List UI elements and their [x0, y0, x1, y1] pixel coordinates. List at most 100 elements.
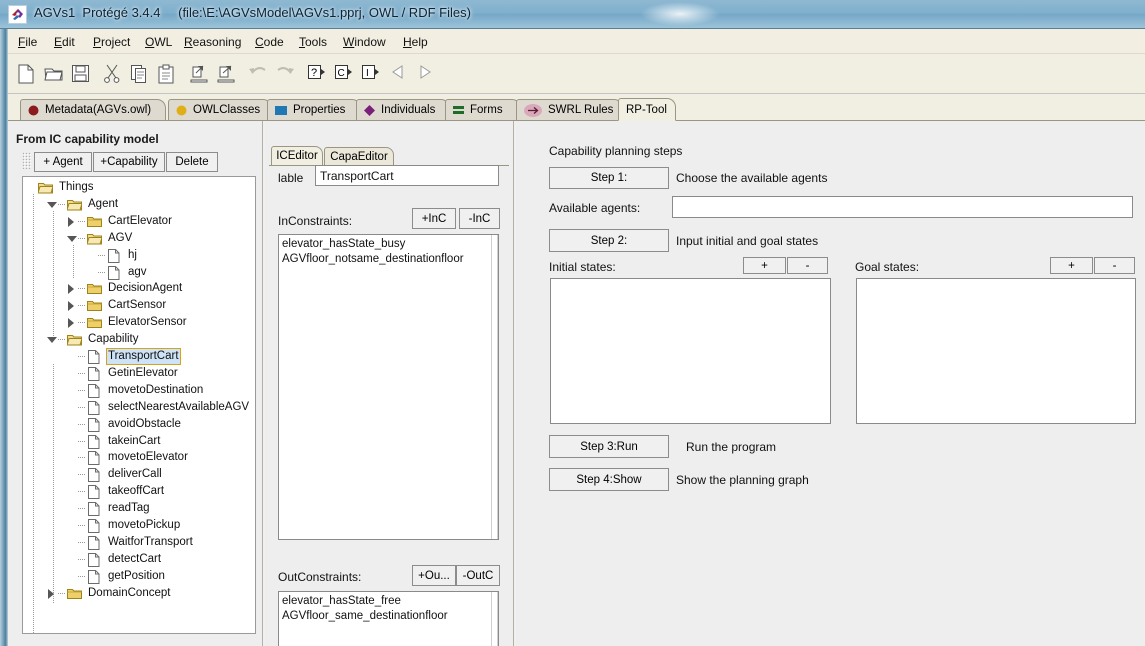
- tree-node-cartsensor[interactable]: CartSensor: [67, 297, 168, 314]
- tree-node-label[interactable]: movetoElevator: [106, 450, 190, 465]
- step3-run-button[interactable]: Step 3:Run: [549, 435, 669, 458]
- copy-icon[interactable]: [130, 64, 150, 84]
- tab-metadata[interactable]: Metadata(AGVs.owl): [20, 99, 166, 120]
- add-in-constraint-button[interactable]: +InC: [412, 208, 456, 229]
- list-item[interactable]: AGVfloor_same_destinationfloor: [282, 609, 498, 624]
- tree-node-domainconcept[interactable]: DomainConcept: [47, 585, 172, 602]
- initial-states-list[interactable]: [550, 278, 831, 424]
- add-capability-button[interactable]: +Capability: [93, 152, 165, 172]
- tree-node-decisionagent[interactable]: DecisionAgent: [67, 280, 184, 297]
- remove-out-constraint-button[interactable]: -OutC: [456, 565, 500, 586]
- collapse-triangle-icon[interactable]: [47, 335, 57, 344]
- step4-show-button[interactable]: Step 4:Show: [549, 468, 669, 491]
- expand-triangle-icon[interactable]: [67, 318, 76, 329]
- tree-node-label[interactable]: TransportCart: [106, 348, 181, 365]
- tree-node-avoidobstacle[interactable]: avoidObstacle: [67, 416, 183, 433]
- capability-tree[interactable]: Things Agent CartElevator AGV hj agv DecisionA…: [22, 176, 256, 634]
- tree-node-label[interactable]: agv: [126, 265, 149, 280]
- remove-in-constraint-button[interactable]: -InC: [459, 208, 500, 229]
- step1-button[interactable]: Step 1:: [549, 167, 669, 189]
- menu-tools[interactable]: Tools: [295, 34, 331, 50]
- tree-node-label[interactable]: CartElevator: [106, 214, 174, 229]
- tree-node-label[interactable]: readTag: [106, 501, 152, 516]
- list-item[interactable]: elevator_hasState_free: [282, 594, 498, 609]
- initial-states-remove-button[interactable]: -: [787, 257, 828, 274]
- tab-capa-editor[interactable]: CapaEditor: [324, 147, 394, 165]
- in-constraints-list[interactable]: elevator_hasState_busy AGVfloor_notsame_…: [278, 234, 499, 540]
- add-out-constraint-button[interactable]: +Ou...: [412, 565, 456, 586]
- tree-node-label[interactable]: movetoPickup: [106, 518, 182, 533]
- tree-node-label[interactable]: ElevatorSensor: [106, 315, 189, 330]
- new-icon[interactable]: [17, 64, 37, 84]
- tree-node-label[interactable]: selectNearestAvailableAGV: [106, 400, 251, 415]
- out-constraints-list[interactable]: elevator_hasState_free AGVfloor_same_des…: [278, 591, 499, 646]
- collapse-triangle-icon[interactable]: [67, 234, 77, 243]
- goal-states-list[interactable]: [856, 278, 1136, 424]
- tree-node-label[interactable]: Capability: [86, 332, 141, 347]
- tree-node-label[interactable]: DomainConcept: [86, 586, 172, 601]
- tree-node-label[interactable]: takeoffCart: [106, 484, 166, 499]
- menu-help[interactable]: Help: [399, 34, 432, 50]
- tree-node-label[interactable]: DecisionAgent: [106, 281, 184, 296]
- tree-node-label[interactable]: GetinElevator: [106, 366, 180, 381]
- menu-reasoning[interactable]: Reasoning: [180, 34, 245, 50]
- tree-node-elevatorsensor[interactable]: ElevatorSensor: [67, 314, 189, 331]
- tree-node-label[interactable]: Agent: [86, 197, 120, 212]
- tree-node-label[interactable]: CartSensor: [106, 298, 168, 313]
- tree-node-waitfortransport[interactable]: WaitforTransport: [67, 534, 195, 551]
- lable-input[interactable]: TransportCart: [315, 165, 499, 186]
- expand-triangle-icon[interactable]: [67, 216, 76, 227]
- tree-node-things[interactable]: Things: [27, 179, 96, 196]
- save-icon[interactable]: [71, 64, 91, 84]
- goal-states-remove-button[interactable]: -: [1094, 257, 1135, 274]
- left-splitter[interactable]: [262, 121, 265, 646]
- tab-ic-editor[interactable]: ICEditor: [271, 146, 323, 165]
- goal-states-add-button[interactable]: +: [1050, 257, 1093, 274]
- tree-node-hj[interactable]: hj: [87, 247, 139, 264]
- tree-node-label[interactable]: deliverCall: [106, 467, 164, 482]
- collapse-triangle-icon[interactable]: [47, 200, 57, 209]
- out-constraints-scrollbar[interactable]: [491, 592, 498, 646]
- tree-node-transportcart[interactable]: TransportCart: [67, 348, 181, 365]
- menu-edit[interactable]: Edit: [50, 34, 79, 50]
- add-agent-button[interactable]: + Agent: [34, 152, 92, 172]
- tree-node-movetoelevator[interactable]: movetoElevator: [67, 449, 190, 466]
- tree-node-getinelevator[interactable]: GetinElevator: [67, 365, 180, 382]
- tab-properties[interactable]: Properties: [267, 99, 361, 120]
- tree-node-label[interactable]: Things: [57, 180, 96, 195]
- right-splitter[interactable]: [513, 121, 516, 646]
- tree-node-capability[interactable]: Capability: [47, 331, 141, 348]
- menu-code[interactable]: Code: [251, 34, 288, 50]
- tree-node-selectnearestavailableagv[interactable]: selectNearestAvailableAGV: [67, 399, 251, 416]
- tree-node-movetopickup[interactable]: movetoPickup: [67, 517, 182, 534]
- tree-node-agent[interactable]: Agent: [47, 196, 120, 213]
- create-class-icon[interactable]: C: [334, 64, 354, 84]
- tab-rp-tool[interactable]: RP-Tool: [618, 98, 676, 121]
- tree-node-label[interactable]: takeinCart: [106, 434, 162, 449]
- tab-owlclasses[interactable]: OWLClasses: [168, 99, 272, 120]
- tree-node-agv[interactable]: AGV: [67, 230, 134, 247]
- expand-triangle-icon[interactable]: [67, 301, 76, 312]
- open-folder-icon[interactable]: [44, 64, 64, 84]
- delete-button[interactable]: Delete: [166, 152, 218, 172]
- available-agents-input[interactable]: [672, 196, 1133, 218]
- in-constraints-scrollbar[interactable]: [491, 235, 498, 539]
- tree-node-readtag[interactable]: readTag: [67, 500, 152, 517]
- menu-window[interactable]: Window: [339, 34, 390, 50]
- initial-states-add-button[interactable]: +: [743, 257, 786, 274]
- create-instance-icon[interactable]: I: [361, 64, 381, 84]
- tree-node-label[interactable]: getPosition: [106, 569, 167, 584]
- tree-node-detectcart[interactable]: detectCart: [67, 551, 163, 568]
- tab-individuals[interactable]: Individuals: [356, 99, 450, 120]
- expand-triangle-icon[interactable]: [47, 588, 56, 599]
- paste-icon[interactable]: [157, 64, 177, 84]
- menu-file[interactable]: File: [14, 34, 41, 50]
- menu-project[interactable]: Project: [89, 34, 134, 50]
- tree-node-cartelevator[interactable]: CartElevator: [67, 213, 174, 230]
- toolbar-drag-grip[interactable]: [22, 152, 31, 169]
- query-icon[interactable]: ?: [307, 64, 327, 84]
- tree-node-delivercall[interactable]: deliverCall: [67, 466, 164, 483]
- tab-forms[interactable]: Forms: [445, 99, 521, 120]
- tree-node-label[interactable]: avoidObstacle: [106, 417, 183, 432]
- expand-triangle-icon[interactable]: [67, 284, 76, 295]
